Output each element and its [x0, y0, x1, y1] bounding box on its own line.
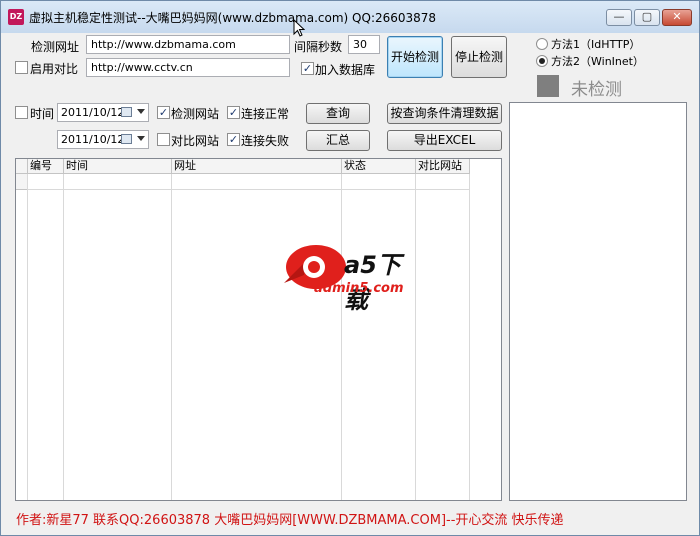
start-button[interactable]: 开始检测	[387, 36, 443, 78]
grid-row-divider	[28, 189, 470, 190]
status-text: 未检测	[571, 80, 622, 100]
grid-corner	[16, 159, 28, 174]
conn-ok-checkbox[interactable]	[227, 106, 240, 119]
calendar-icon	[121, 134, 132, 144]
column-header-id[interactable]: 编号	[28, 159, 64, 174]
compare-checkbox[interactable]	[15, 61, 28, 74]
time-label: 时间	[30, 107, 55, 121]
method1-radio[interactable]	[536, 38, 548, 50]
results-grid[interactable]: 编号 时间 网址 状态 对比网站 a5下载 admin5.com	[15, 158, 502, 501]
grid-column-line	[415, 174, 416, 500]
window-title: 虚拟主机稳定性测试--大嘴巴妈妈网(www.dzbmama.com) QQ:26…	[29, 11, 437, 25]
compare-url-input[interactable]: http://www.cctv.cn	[86, 58, 290, 77]
method1-label: 方法1（IdHTTP）	[551, 38, 641, 51]
conn-fail-checkbox[interactable]	[227, 133, 240, 146]
grid-column-line	[469, 174, 470, 500]
add-db-label: 加入数据库	[315, 63, 376, 77]
app-icon: DZ	[8, 9, 24, 25]
add-db-checkbox[interactable]	[301, 62, 314, 75]
summary-button[interactable]: 汇总	[306, 130, 370, 151]
export-excel-button[interactable]: 导出EXCEL	[387, 130, 502, 151]
title-bar[interactable]: DZ 虚拟主机稳定性测试--大嘴巴妈妈网(www.dzbmama.com) QQ…	[1, 1, 699, 33]
grid-column-line	[341, 174, 342, 500]
time-checkbox[interactable]	[15, 106, 28, 119]
calendar-icon	[121, 107, 132, 117]
method2-label: 方法2（WinInet）	[551, 55, 644, 68]
query-button[interactable]: 查询	[306, 103, 370, 124]
status-indicator	[537, 75, 559, 97]
watermark-brand: a5下载	[344, 251, 401, 314]
url-input[interactable]: http://www.dzbmama.com	[86, 35, 290, 54]
url-label: 检测网址	[31, 40, 80, 54]
grid-column-line	[63, 174, 64, 500]
stop-button[interactable]: 停止检测	[451, 36, 507, 78]
app-window: DZ 虚拟主机稳定性测试--大嘴巴妈妈网(www.dzbmama.com) QQ…	[0, 0, 700, 536]
date-to-picker[interactable]: 2011/10/12	[57, 130, 149, 149]
mouse-cursor-icon	[293, 19, 305, 37]
minimize-button[interactable]: —	[606, 9, 632, 26]
column-header-status[interactable]: 状态	[342, 159, 416, 174]
clear-data-button[interactable]: 按查询条件清理数据	[387, 103, 502, 124]
conn-fail-label: 连接失败	[241, 134, 290, 148]
watermark-site: admin5.com	[314, 281, 404, 296]
check-site-checkbox[interactable]	[157, 106, 170, 119]
date-from-value: 2011/10/12	[61, 106, 125, 119]
column-header-url[interactable]: 网址	[172, 159, 342, 174]
date-to-value: 2011/10/12	[61, 133, 125, 146]
compare-site-label: 对比网站	[171, 134, 220, 148]
column-header-time[interactable]: 时间	[64, 159, 172, 174]
method2-radio[interactable]	[536, 55, 548, 67]
a5-watermark-logo: a5下载 admin5.com	[280, 239, 424, 314]
grid-column-line	[171, 174, 172, 500]
compare-label: 启用对比	[30, 62, 79, 76]
date-from-picker[interactable]: 2011/10/12	[57, 103, 149, 122]
log-panel[interactable]	[509, 102, 687, 501]
interval-label: 间隔秒数	[294, 40, 343, 54]
maximize-button[interactable]: ▢	[634, 9, 660, 26]
column-header-compare[interactable]: 对比网站	[416, 159, 470, 174]
conn-ok-label: 连接正常	[241, 107, 290, 121]
chevron-down-icon[interactable]	[137, 136, 145, 141]
chevron-down-icon[interactable]	[137, 109, 145, 114]
close-button[interactable]: ✕	[662, 9, 692, 26]
footer-credits: 作者:新星77 联系QQ:26603878 大嘴巴妈妈网[WWW.DZBMAMA…	[16, 513, 564, 528]
check-site-label: 检测网站	[171, 107, 220, 121]
interval-input[interactable]: 30	[348, 35, 380, 54]
grid-column-line	[27, 174, 28, 500]
compare-site-checkbox[interactable]	[157, 133, 170, 146]
